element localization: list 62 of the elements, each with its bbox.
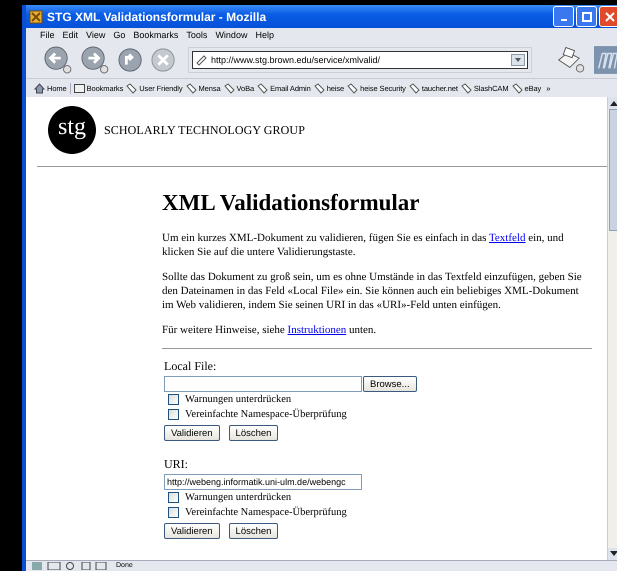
scroll-down-button[interactable] — [608, 548, 617, 560]
menu-item[interactable]: Window — [215, 30, 248, 40]
paragraph: Sollte das Dokument zu groß sein, um es ohne Umstände in das Textfeld einzufügen, geben Sie den Dateinamen in das Feld «Local File» ein. Sie können auch ein beliebiges XML-Dokument im Web validieren, indem Sie seinen URI in das «URI»-Feld unten einfügen. — [162, 270, 583, 312]
maximize-icon — [582, 12, 592, 22]
bookmark-icon — [460, 82, 472, 94]
checkbox[interactable] — [168, 409, 179, 420]
checkbox[interactable] — [168, 394, 179, 405]
maximize-button[interactable] — [576, 6, 597, 27]
bookmark-icon — [224, 82, 235, 94]
page-heading: XML Validationsformular — [162, 189, 421, 217]
form-button[interactable]: Validieren — [164, 523, 220, 539]
menu-item[interactable]: Tools — [186, 30, 208, 40]
dropdown-icon[interactable] — [511, 54, 526, 66]
form-button[interactable]: Löschen — [228, 425, 278, 441]
home-icon — [34, 82, 45, 94]
input-field[interactable] — [164, 376, 362, 392]
form-button[interactable]: Löschen — [228, 523, 278, 539]
page-icon — [194, 54, 207, 66]
menu-item[interactable]: View — [86, 30, 106, 40]
bookmark-icon — [314, 82, 325, 94]
scroll-up-button[interactable] — [608, 97, 617, 109]
window-title: STG XML Validationsformular - Mozilla — [47, 10, 268, 24]
menu-item[interactable]: Bookmarks — [133, 30, 178, 40]
app-icon — [29, 10, 43, 24]
folder-icon — [74, 83, 85, 93]
bookmark-icon — [186, 82, 197, 94]
forward-button[interactable] — [80, 45, 109, 75]
checkbox-label: Vereinfachte Namespace-Überprüfung — [185, 506, 347, 520]
form-button[interactable]: Validieren — [164, 425, 220, 441]
scrollbar[interactable] — [607, 97, 617, 560]
field-label: URI: — [164, 457, 189, 471]
reload-button[interactable] — [118, 47, 142, 73]
menu-item[interactable]: Go — [113, 30, 126, 40]
checkbox[interactable] — [168, 507, 179, 518]
logo-mark: stg — [48, 106, 96, 154]
stop-button[interactable] — [150, 47, 175, 73]
menu-item[interactable]: Edit — [62, 30, 78, 40]
browse-button[interactable]: Browse... — [363, 376, 417, 392]
close-button[interactable] — [599, 6, 617, 27]
bookmark-icon — [347, 82, 358, 94]
minimize-button[interactable] — [553, 6, 574, 27]
bookmark-icon — [257, 82, 268, 94]
back-button[interactable] — [44, 45, 72, 75]
input-field[interactable]: http://webeng.informatik.uni-ulm.de/webengc — [164, 474, 362, 490]
paragraph: Um ein kurzes XML-Dokument zu validieren, fügen Sie es einfach in das Textfeld ein, und klicken Sie auf die untere Validierungstaste. — [162, 231, 565, 259]
organization-name: SCHOLARLY TECHNOLOGY GROUP — [104, 122, 305, 138]
checkbox[interactable] — [168, 492, 179, 503]
text-link[interactable]: Textfeld — [488, 232, 526, 244]
scroll-thumb[interactable] — [609, 109, 617, 231]
checkbox-label: Warnungen unterdrücken — [185, 490, 292, 504]
bookmark-icon — [126, 82, 138, 94]
menu-item[interactable]: Help — [255, 30, 274, 40]
bookmark-icon — [408, 82, 420, 94]
menu-item[interactable]: File — [40, 30, 55, 40]
field-label: Local File: — [164, 359, 218, 373]
paragraph: Für weitere Hinweise, siehe Instruktionen unten. — [162, 323, 378, 337]
checkbox-label: Vereinfachte Namespace-Überprüfung — [185, 408, 347, 422]
text-link[interactable]: Instruktionen — [288, 324, 346, 336]
bookmark-icon — [512, 82, 522, 94]
checkbox-label: Warnungen unterdrücken — [185, 392, 292, 406]
minimize-icon — [560, 18, 566, 20]
close-icon — [604, 12, 614, 22]
